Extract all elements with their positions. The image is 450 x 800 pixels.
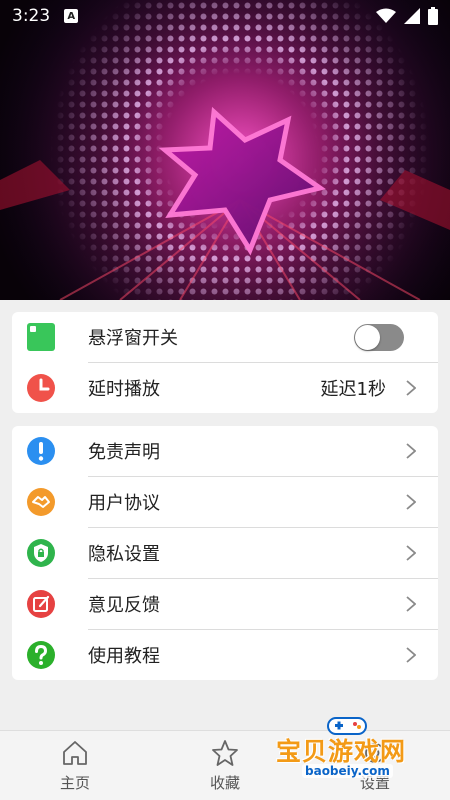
toggle-knob	[355, 325, 380, 350]
chevron-right-icon	[406, 647, 416, 663]
chevron-right-icon	[406, 380, 416, 396]
disclaimer-label: 免责声明	[88, 442, 160, 463]
floating-window-toggle[interactable]	[354, 324, 404, 351]
settings-card-general: 悬浮窗开关 延时播放 延迟1秒	[12, 312, 438, 413]
question-icon	[27, 641, 55, 669]
settings-card-info: 免责声明 用户协议 隐私设置 意见反馈 使用教程	[12, 426, 438, 680]
floating-window-row[interactable]: 悬浮窗开关	[12, 312, 438, 362]
shield-lock-icon	[27, 539, 55, 567]
chevron-right-icon	[406, 596, 416, 612]
tab-favorites[interactable]: 收藏	[150, 731, 300, 800]
settings-icon	[365, 743, 385, 763]
tab-home-label: 主页	[59, 774, 90, 792]
handshake-icon	[27, 488, 55, 516]
wifi-icon	[376, 8, 396, 23]
status-time: 3:23	[12, 6, 51, 26]
tab-favorites-label: 收藏	[209, 774, 240, 792]
tab-home[interactable]: 主页	[0, 731, 150, 800]
clock-icon	[27, 374, 55, 402]
star-icon	[212, 740, 238, 766]
status-bar: 3:23 A	[0, 0, 450, 32]
user-agreement-label: 用户协议	[88, 493, 160, 514]
header-banner-image	[0, 0, 450, 300]
bottom-tab-bar: 主页 收藏 设置	[0, 730, 450, 800]
delay-playback-label: 延时播放	[88, 379, 160, 400]
feedback-label: 意见反馈	[88, 595, 160, 616]
privacy-settings-row[interactable]: 隐私设置	[12, 528, 438, 578]
exclamation-icon	[27, 437, 55, 465]
chevron-right-icon	[406, 443, 416, 459]
floating-window-label: 悬浮窗开关	[88, 328, 178, 349]
chevron-right-icon	[406, 494, 416, 510]
square-icon	[27, 323, 55, 351]
tutorial-label: 使用教程	[88, 646, 160, 667]
delay-playback-row[interactable]: 延时播放 延迟1秒	[12, 363, 438, 413]
feedback-row[interactable]: 意见反馈	[12, 579, 438, 629]
tab-settings-label: 设置	[359, 774, 390, 792]
notification-a-icon: A	[64, 9, 79, 23]
home-icon	[63, 741, 87, 765]
signal-icon	[404, 8, 420, 24]
chevron-right-icon	[406, 545, 416, 561]
battery-icon	[428, 7, 438, 25]
tab-settings[interactable]: 设置	[300, 731, 450, 800]
user-agreement-row[interactable]: 用户协议	[12, 477, 438, 527]
delay-playback-value: 延迟1秒	[320, 379, 386, 400]
tutorial-row[interactable]: 使用教程	[12, 630, 438, 680]
privacy-settings-label: 隐私设置	[88, 544, 160, 565]
edit-icon	[27, 590, 55, 618]
disclaimer-row[interactable]: 免责声明	[12, 426, 438, 476]
